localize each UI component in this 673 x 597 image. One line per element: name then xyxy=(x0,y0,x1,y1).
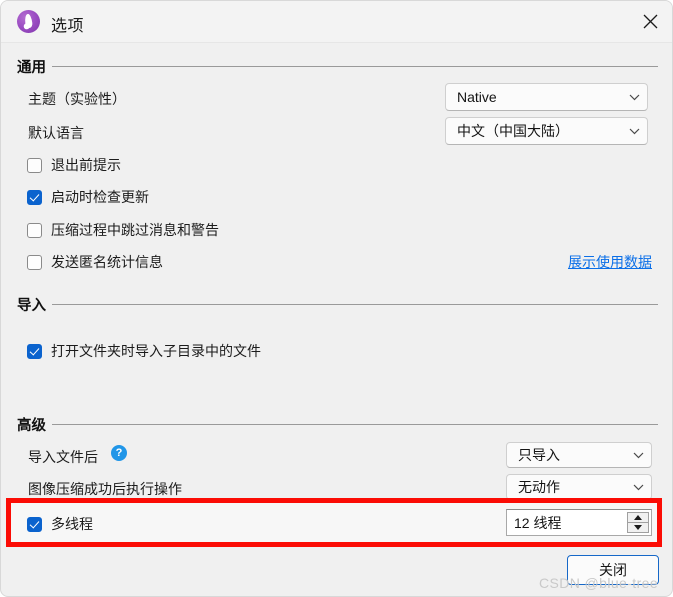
checkbox-box xyxy=(27,254,42,270)
language-select[interactable]: 中文（中国大陆） xyxy=(445,117,648,145)
checkbox-box xyxy=(27,222,42,238)
thread-count-stepper[interactable]: 12 线程 xyxy=(506,509,652,536)
after-import-label: 导入文件后 xyxy=(28,449,98,465)
section-divider xyxy=(52,304,658,305)
section-header-general: 通用 xyxy=(17,56,658,77)
chevron-down-icon xyxy=(621,94,647,101)
section-divider xyxy=(52,66,658,67)
after-compress-select[interactable]: 无动作 xyxy=(506,474,652,500)
checkbox-label: 退出前提示 xyxy=(51,157,121,173)
section-title-advanced: 高级 xyxy=(17,418,46,434)
checkbox-import-subdirectories[interactable]: 打开文件夹时导入子目录中的文件 xyxy=(27,341,261,361)
checkbox-box xyxy=(27,157,42,173)
checkbox-label: 多线程 xyxy=(51,516,93,532)
after-import-select-value: 只导入 xyxy=(518,447,560,463)
checkbox-box xyxy=(27,516,42,532)
section-header-import: 导入 xyxy=(17,294,658,315)
after-import-select[interactable]: 只导入 xyxy=(506,442,652,468)
chevron-down-icon xyxy=(625,452,651,459)
chevron-down-icon xyxy=(625,484,651,491)
after-compress-select-value: 无动作 xyxy=(518,479,560,495)
window-title: 选项 xyxy=(51,18,85,35)
app-flame-icon xyxy=(17,10,40,33)
thread-count-value: 12 线程 xyxy=(514,514,562,531)
checkbox-label: 发送匿名统计信息 xyxy=(51,254,163,270)
checkbox-box xyxy=(27,343,42,359)
checkbox-send-anonymous-stats[interactable]: 发送匿名统计信息 xyxy=(27,252,163,272)
checkbox-multithreading[interactable]: 多线程 xyxy=(27,514,93,534)
stepper-decrement-button[interactable] xyxy=(628,523,648,532)
checkbox-label: 启动时检查更新 xyxy=(51,189,149,205)
checkbox-skip-messages-warnings[interactable]: 压缩过程中跳过消息和警告 xyxy=(27,220,219,240)
checkbox-label: 压缩过程中跳过消息和警告 xyxy=(51,222,219,238)
checkbox-box xyxy=(27,189,42,205)
section-divider xyxy=(52,424,658,425)
language-select-value: 中文（中国大陆） xyxy=(457,123,569,139)
options-dialog: 选项 通用 主题（实验性） Native 默认语言 中文（中国大陆） 退出前提示… xyxy=(0,0,673,597)
after-compress-label: 图像压缩成功后执行操作 xyxy=(28,481,182,497)
title-bar: 选项 xyxy=(1,1,672,43)
stepper-increment-button[interactable] xyxy=(628,513,648,523)
section-title-import: 导入 xyxy=(17,298,46,314)
help-icon[interactable]: ? xyxy=(111,445,127,461)
checkbox-label: 打开文件夹时导入子目录中的文件 xyxy=(51,343,261,359)
theme-select[interactable]: Native xyxy=(445,83,648,111)
stepper-buttons xyxy=(627,512,649,533)
section-title-general: 通用 xyxy=(17,60,46,76)
theme-select-value: Native xyxy=(457,89,497,105)
watermark: CSDN @blue-tree xyxy=(539,575,659,591)
language-label: 默认语言 xyxy=(28,125,84,141)
section-header-advanced: 高级 xyxy=(17,414,658,435)
checkbox-prompt-before-exit[interactable]: 退出前提示 xyxy=(27,155,121,175)
theme-label: 主题（实验性） xyxy=(28,91,126,107)
checkbox-check-update-on-launch[interactable]: 启动时检查更新 xyxy=(27,187,149,207)
close-icon[interactable] xyxy=(627,1,672,42)
chevron-down-icon xyxy=(621,128,647,135)
show-usage-data-link[interactable]: 展示使用数据 xyxy=(568,252,652,272)
